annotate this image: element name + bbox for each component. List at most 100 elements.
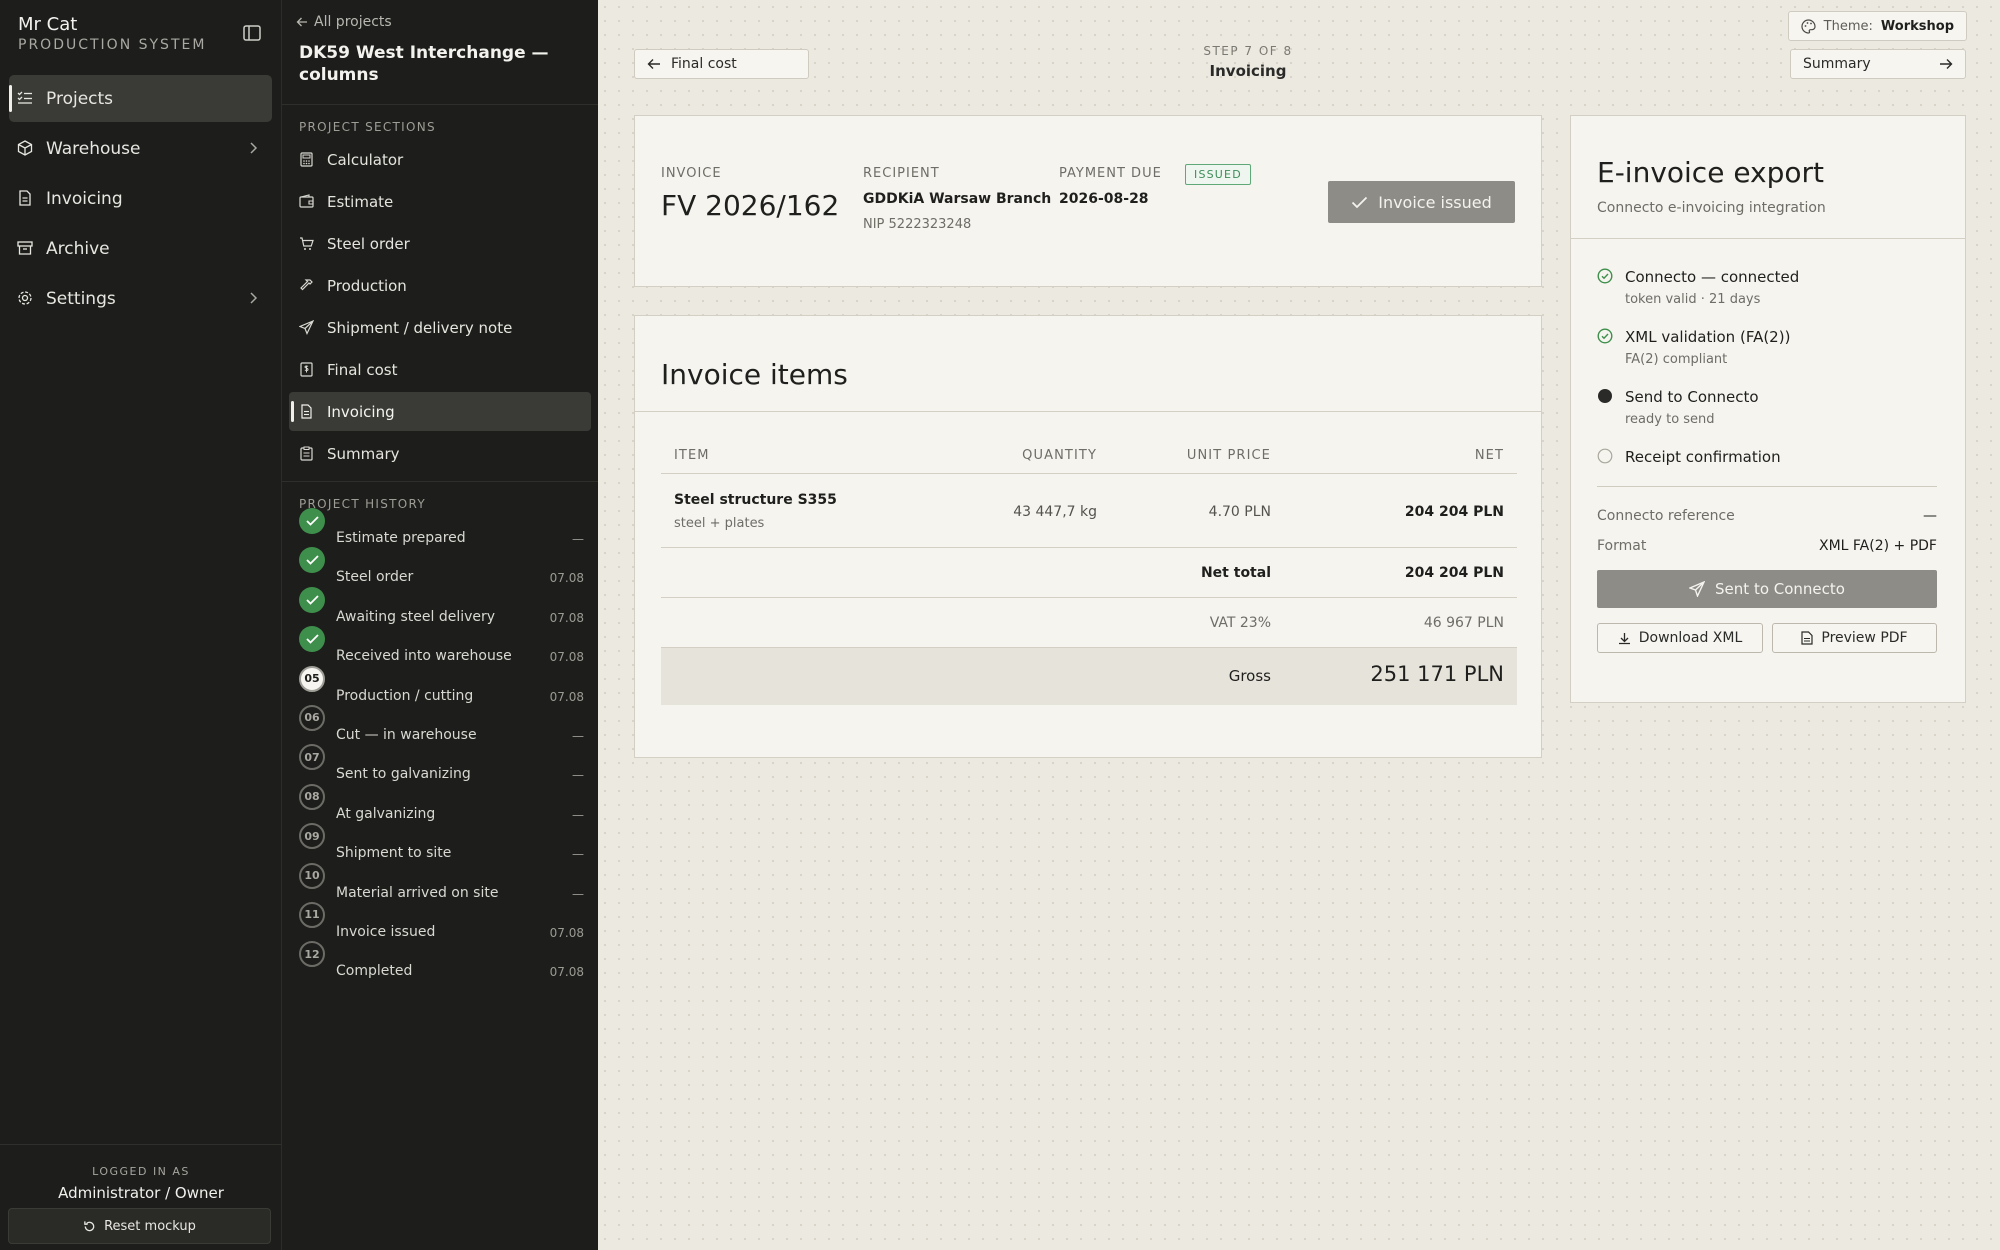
section-invoicing[interactable]: Invoicing (289, 392, 591, 431)
section-estimate[interactable]: Estimate (289, 182, 591, 221)
box-icon (17, 140, 33, 156)
net-total-row: Net total 204 204 PLN (661, 548, 1517, 598)
clipboard-icon (300, 446, 313, 461)
history-item-date: — (572, 847, 584, 862)
step-number-badge: 07 (299, 744, 325, 771)
previous-step-label: Final cost (671, 56, 737, 72)
reset-mockup-button[interactable]: Reset mockup (8, 1208, 271, 1244)
table-row: Steel structure S355 steel + plates 43 4… (661, 474, 1517, 548)
history-item: Awaiting steel delivery 07.08 (299, 586, 584, 626)
item-name: Steel structure S355 (674, 492, 837, 508)
export-steps: Connecto — connected token valid · 21 day… (1597, 266, 1941, 506)
section-shipment[interactable]: Shipment / delivery note (289, 308, 591, 347)
history-item: Received into warehouse 07.08 (299, 626, 584, 665)
column-unit-price: UNIT PRICE (1186, 448, 1271, 463)
export-step: Connecto — connected token valid · 21 day… (1597, 266, 1941, 326)
section-calculator[interactable]: Calculator (289, 140, 591, 179)
hammer-icon (300, 279, 313, 291)
section-label-text: Final cost (327, 360, 398, 379)
sidebar-toggle-icon (243, 25, 261, 41)
history-item-label: Estimate prepared (336, 530, 466, 546)
history-item: 06 Cut — in warehouse — (299, 704, 584, 744)
nav-item-warehouse[interactable]: Warehouse (9, 125, 272, 172)
history-item-label: Material arrived on site (336, 884, 499, 901)
previous-step-button[interactable]: Final cost (634, 49, 809, 79)
chevron-right-icon (250, 142, 258, 154)
reset-mockup-label: Reset mockup (104, 1218, 196, 1234)
invoice-number-label: INVOICE (661, 166, 722, 181)
invoice-items-table: ITEM QUANTITY UNIT PRICE NET Steel struc… (661, 436, 1517, 705)
column-net: NET (1474, 448, 1504, 463)
export-step: XML validation (FA(2)) FA(2) compliant (1597, 326, 1941, 386)
theme-switcher[interactable]: Theme: Workshop (1787, 11, 1967, 41)
nav-item-label: Archive (46, 238, 110, 259)
nav-item-settings[interactable]: Settings (9, 275, 272, 322)
project-title: DK59 West Interchange — columns (299, 43, 549, 85)
recipient-name: GDDKiA Warsaw Branch (863, 191, 1052, 207)
preview-pdf-button[interactable]: Preview PDF (1772, 623, 1937, 653)
invoice-number-field: INVOICE FV 2026/162 (661, 166, 839, 222)
step-number-badge: 08 (299, 783, 325, 810)
nav-item-projects[interactable]: Projects (9, 75, 272, 122)
nav-item-label: Projects (46, 88, 114, 109)
sent-to-connecto-button[interactable]: Sent to Connecto (1597, 570, 1937, 608)
history-item-label: Awaiting steel delivery (336, 608, 496, 625)
history-item-date: 07.08 (549, 925, 584, 940)
step-count: STEP 7 OF 8 (1203, 44, 1293, 58)
recipient-field: RECIPIENT GDDKiA Warsaw Branch NIP 52223… (863, 166, 1051, 232)
section-final-cost[interactable]: Final cost (289, 350, 591, 389)
section-label-text: Production (327, 276, 407, 295)
invoice-issued-label: Invoice issued (1378, 192, 1492, 212)
export-title: E-invoice export (1597, 156, 1825, 189)
main-sidebar: Mr Cat PRODUCTION SYSTEM Projects Wareho… (0, 0, 282, 1250)
all-projects-link[interactable]: All projects (296, 14, 392, 30)
export-step-label: Connecto — connected (1625, 268, 1800, 286)
history-item: 05 Production / cutting 07.08 (299, 665, 584, 705)
divider (1571, 238, 1965, 239)
history-item: 12 Completed 07.08 (299, 941, 584, 980)
section-summary[interactable]: Summary (289, 434, 591, 473)
history-item: 10 Material arrived on site — (299, 862, 584, 902)
section-steel-order[interactable]: Steel order (289, 224, 591, 263)
next-step-button[interactable]: Summary (1790, 49, 1966, 79)
nav-item-archive[interactable]: Archive (9, 225, 272, 272)
history-item: 07 Sent to galvanizing — (299, 744, 584, 783)
export-step-status: ready to send (1625, 412, 1715, 427)
history-item-date: — (572, 886, 584, 901)
download-xml-button[interactable]: Download XML (1597, 623, 1763, 653)
brand-subtitle: PRODUCTION SYSTEM (18, 37, 207, 53)
gross-value: 251 171 PLN (1370, 662, 1504, 686)
divider (282, 104, 598, 105)
export-step: Send to Connecto ready to send (1597, 386, 1941, 446)
invoice-issued-button[interactable]: Invoice issued (1328, 181, 1515, 223)
history-item-label: Cut — in warehouse (336, 726, 477, 743)
table-header: ITEM QUANTITY UNIT PRICE NET (661, 436, 1517, 474)
invoice-header-card: INVOICE FV 2026/162 RECIPIENT GDDKiA War… (634, 115, 1542, 287)
vat-label: VAT 23% (1209, 615, 1271, 631)
format-label: Format (1597, 538, 1647, 554)
sidebar-collapse-button[interactable] (240, 22, 264, 44)
e-invoice-export-card: E-invoice export Connecto e-invoicing in… (1570, 115, 1966, 703)
vat-value: 46 967 PLN (1423, 615, 1504, 631)
next-step-label: Summary (1803, 56, 1871, 72)
project-history: Estimate prepared — Steel order 07.08 Awaiti… (299, 508, 584, 981)
history-item-date: 07.08 (549, 689, 584, 704)
divider (282, 481, 598, 482)
sent-to-connecto-label: Sent to Connecto (1715, 580, 1845, 598)
receipt-icon (300, 362, 313, 377)
section-label-text: Shipment / delivery note (327, 318, 513, 337)
history-item: Steel order 07.08 (299, 547, 584, 586)
step-number-badge: 05 (299, 665, 325, 692)
filled-circle-icon (1598, 389, 1612, 403)
document-icon (301, 404, 312, 419)
recipient-label: RECIPIENT (863, 166, 940, 181)
section-production[interactable]: Production (289, 266, 591, 305)
payment-due-field: PAYMENT DUE 2026-08-28 (1059, 166, 1162, 207)
theme-label: Theme: (1823, 18, 1873, 34)
column-item: ITEM (674, 448, 710, 463)
all-projects-label: All projects (314, 14, 392, 30)
export-step-status: FA(2) compliant (1625, 352, 1728, 367)
net-total-label: Net total (1200, 565, 1271, 581)
nav-item-invoicing[interactable]: Invoicing (9, 175, 272, 222)
item-quantity: 43 447,7 kg (1013, 504, 1097, 520)
